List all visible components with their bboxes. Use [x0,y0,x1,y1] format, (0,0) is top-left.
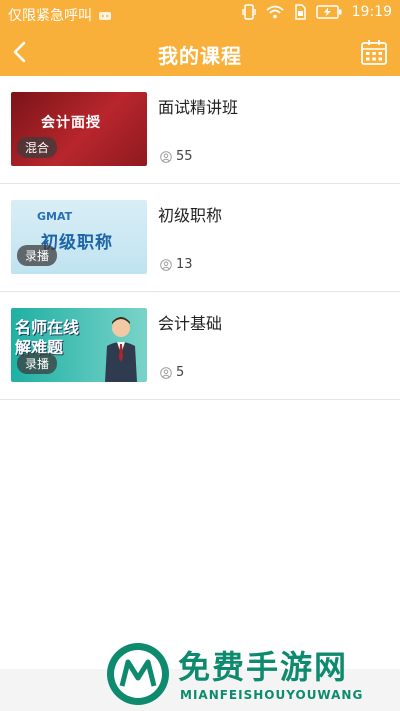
course-item[interactable]: 会计面授 混合 面试精讲班 55 [0,76,400,184]
course-thumbnail[interactable]: GMAT 初级职称 录播 [11,200,147,274]
watermark-title: 免费手游网 [178,648,349,686]
person-icon [160,366,172,379]
learner-count-value: 5 [176,365,185,380]
vibrate-icon [241,4,256,20]
course-title[interactable]: 初级职称 [158,202,222,226]
thumbnail-gmat-text: GMAT [37,210,73,223]
course-thumbnail[interactable]: 名师在线 解难题 录播 [11,308,147,382]
status-time: 19:19 [351,4,392,20]
person-icon [160,150,172,163]
learner-count: 13 [160,257,193,272]
watermark-subtitle: MIANFEISHOUYOUWANG [180,688,364,702]
watermark-logo-icon [107,643,169,705]
learner-count: 55 [160,149,193,164]
course-thumbnail[interactable]: 会计面授 混合 [11,92,147,166]
status-bar: 仅限紧急呼叫 19:19 [0,0,400,28]
status-right: 19:19 [241,4,392,20]
learner-count: 5 [160,365,184,380]
wifi-icon [266,5,284,19]
sim-icon [294,4,306,20]
course-title[interactable]: 面试精讲班 [158,94,238,118]
thumbnail-caption-line1: 名师在线 [15,318,80,337]
person-icon [160,258,172,271]
course-type-badge: 录播 [17,245,58,266]
course-type-badge: 混合 [17,137,58,158]
teacher-illustration-icon [105,317,137,382]
course-type-badge: 录播 [17,353,58,374]
course-item[interactable]: 名师在线 解难题 录播 会计基础 5 [0,292,400,400]
thumbnail-caption: 会计面授 [41,115,101,131]
page-title: 我的课程 [158,44,242,68]
status-left: 仅限紧急呼叫 [8,5,112,25]
android-icon [99,12,111,20]
carrier-text: 仅限紧急呼叫 [8,8,92,24]
calendar-icon[interactable] [360,38,388,66]
learner-count-value: 55 [176,149,193,164]
course-item[interactable]: GMAT 初级职称 录播 初级职称 13 [0,184,400,292]
course-list: 会计面授 混合 面试精讲班 55 GMAT 初级职称 录播 初级职称 13 名师… [0,76,400,400]
battery-icon [315,5,342,19]
learner-count-value: 13 [176,257,193,272]
top-app-bar: 我的课程 [0,28,400,76]
course-title[interactable]: 会计基础 [158,310,222,334]
thumbnail-caption: 名师在线 解难题 [15,318,79,358]
